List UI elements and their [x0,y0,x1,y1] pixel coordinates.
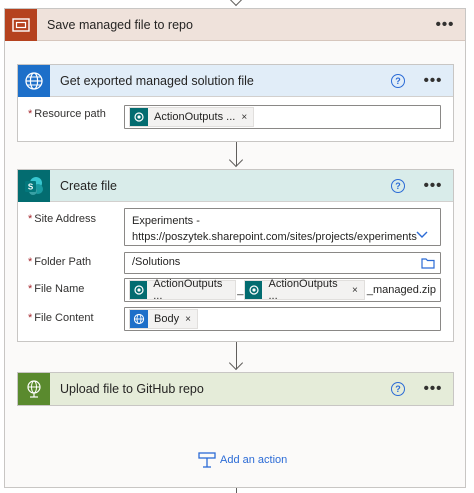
action-card-upload-file: Upload file to GitHub repo ? ••• [17,372,454,406]
globe-token-icon [130,310,148,328]
scope-header[interactable]: Save managed file to repo ••• [5,8,465,41]
dynamic-content-token[interactable]: Body × [129,309,198,329]
sharepoint-token-icon [245,281,263,299]
action-more-button[interactable]: ••• [419,73,447,88]
help-icon[interactable]: ? [391,382,405,396]
action-title-create-file: Create file [60,178,117,193]
site-address-url: https://poszytek.sharepoint.com/sites/pr… [132,231,417,243]
action-header-get-file[interactable]: Get exported managed solution file ? ••• [18,64,453,97]
action-more-button[interactable]: ••• [419,178,447,193]
remove-token-icon[interactable]: × [352,285,358,296]
action-header-upload-file[interactable]: Upload file to GitHub repo ? ••• [18,373,453,405]
file-content-input[interactable]: Body × [124,307,441,331]
dynamic-content-token[interactable]: ActionOutputs ... [129,278,237,302]
chevron-down-icon[interactable] [416,231,428,239]
incoming-arrow-icon [228,0,244,7]
field-label: * File Name [28,283,85,295]
dynamic-content-token[interactable]: ActionOutputs ... × [129,107,255,127]
scope-more-button[interactable]: ••• [431,17,459,32]
custom-connector-icon [18,373,50,405]
file-name-input[interactable]: ActionOutputs ... _ ActionOutputs ... × … [124,278,441,302]
folder-path-input[interactable]: /Solutions [124,252,441,274]
scope-icon [5,8,37,41]
file-name-separator: _ [237,284,244,296]
help-icon[interactable]: ? [391,178,405,193]
svg-text:S: S [28,182,34,191]
action-header-create-file[interactable]: S Create file ? ••• [18,169,453,202]
folder-icon[interactable] [421,257,435,269]
scope-title: Save managed file to repo [47,17,193,32]
folder-path-value: /Solutions [132,256,181,268]
add-action-label: Add an action [220,454,288,466]
help-icon[interactable]: ? [391,73,405,88]
action-more-button[interactable]: ••• [419,381,447,396]
dynamic-content-token[interactable]: ActionOutputs ... × [244,278,365,302]
action-title-upload-file: Upload file to GitHub repo [60,382,204,396]
globe-icon [18,64,50,97]
connector-line [236,488,237,493]
field-label: * Site Address [28,213,97,225]
sharepoint-token-icon [130,281,148,299]
site-address-name: Experiments - [132,215,200,227]
add-action-button[interactable]: Add an action [198,452,287,468]
resource-path-input[interactable]: ActionOutputs ... × [124,105,441,129]
file-name-suffix: _managed.zip [366,284,436,296]
remove-token-icon[interactable]: × [241,112,247,123]
action-title-get-file: Get exported managed solution file [60,73,254,88]
sharepoint-icon: S [18,169,50,202]
field-label: * Resource path [28,108,106,120]
action-card-create-file: S Create file ? ••• * Site Address Experi… [17,169,454,342]
action-card-get-file: Get exported managed solution file ? •••… [17,64,454,142]
sharepoint-token-icon [130,108,148,126]
remove-token-icon[interactable]: × [185,314,191,325]
field-label: * Folder Path [28,256,92,268]
add-action-icon [198,452,216,468]
site-address-dropdown[interactable]: Experiments - https://poszytek.sharepoin… [124,208,441,246]
field-label: * File Content [28,312,94,324]
